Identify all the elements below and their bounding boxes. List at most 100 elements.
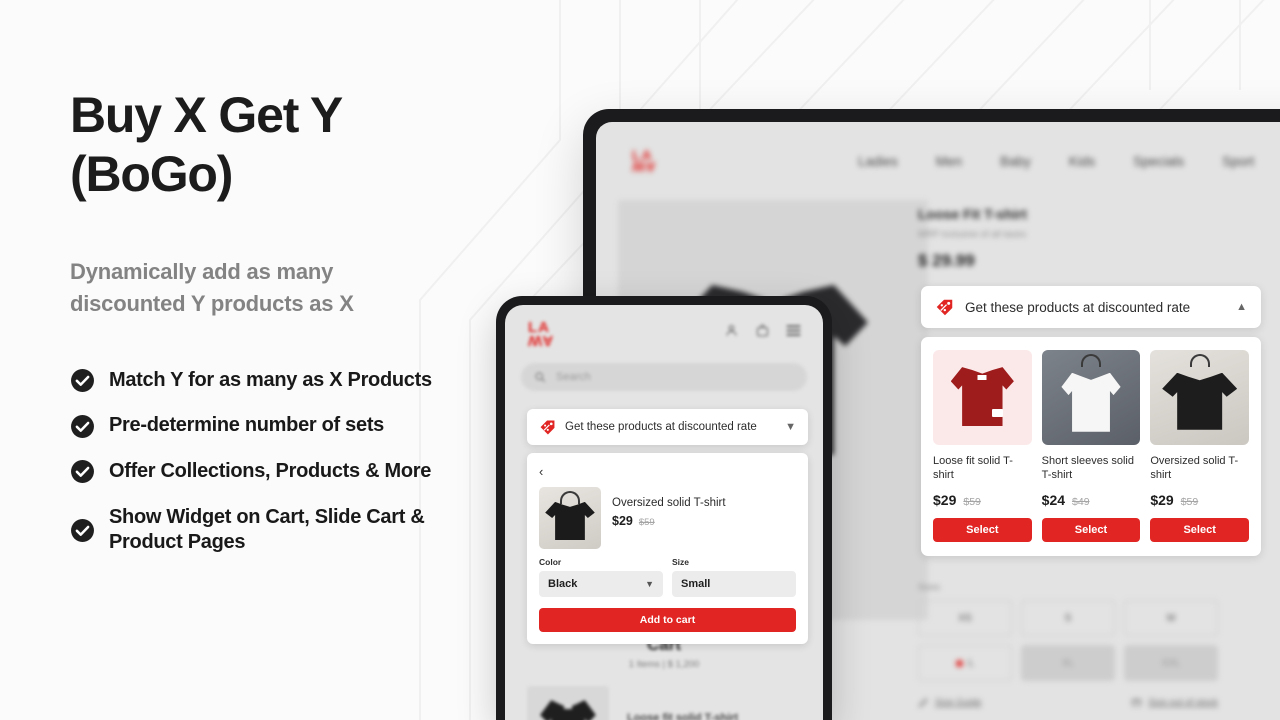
product-thumbnail[interactable] [539, 487, 601, 549]
tablet-product-info: Loose Fit T-shirt MRP inclusive of all t… [918, 206, 1218, 271]
size-select[interactable]: Small [672, 571, 796, 597]
store-logo[interactable]: LA WA [528, 320, 554, 349]
add-to-cart-button[interactable]: Add to cart [539, 608, 796, 632]
feature-list: Match Y for as many as X Products Pre-de… [70, 368, 500, 556]
feature-item: Offer Collections, Products & More [70, 459, 500, 485]
feature-label: Offer Collections, Products & More [109, 459, 432, 482]
hamburger-menu-icon[interactable] [786, 324, 801, 337]
out-of-stock-label: Size out of stock [1148, 697, 1218, 708]
product-pricing: $29 $59 [612, 514, 726, 528]
product-pricing: $29 $59 [933, 492, 1032, 508]
discount-tag-icon [540, 420, 555, 434]
nav-item-specials[interactable]: Specials [1133, 154, 1184, 169]
check-circle-icon [71, 460, 94, 484]
phone-device-mockup: LA WA Search Cart 1 Items | $ 1,200 Loos… [496, 296, 832, 720]
size-label: Size [672, 557, 690, 567]
size-label: M [1166, 612, 1176, 624]
size-label: S [1064, 612, 1072, 624]
size-label: XL [1061, 657, 1075, 669]
size-option-xxl[interactable]: XXL [1124, 645, 1218, 681]
select-button[interactable]: Select [1041, 517, 1141, 542]
product-thumbnail[interactable] [1041, 350, 1141, 445]
size-guide-label: Size Guide [935, 697, 982, 708]
bogo-widget-title: Get these products at discounted rate [565, 421, 757, 433]
chevron-up-icon[interactable]: ▲ [1236, 301, 1247, 313]
search-input[interactable]: Search [521, 363, 807, 391]
select-button[interactable]: Select [1150, 517, 1250, 542]
account-icon[interactable] [724, 323, 739, 338]
nav-item-kids[interactable]: Kids [1069, 154, 1095, 169]
feature-item: Show Widget on Cart, Slide Cart & Produc… [70, 505, 500, 556]
size-links: Size Guide Size out of stock [918, 697, 1218, 708]
bogo-widget-header[interactable]: Get these products at discounted rate ▼ [527, 409, 808, 445]
size-option-xl[interactable]: XL [1021, 645, 1115, 681]
product-title: Loose Fit T-shirt [918, 206, 1027, 222]
color-option-group: Color Black ▼ [539, 557, 663, 597]
check-circle-icon [71, 369, 94, 393]
size-out-of-stock-link[interactable]: Size out of stock [1131, 697, 1218, 708]
bogo-widget-header[interactable]: Get these products at discounted rate ▲ [921, 286, 1261, 328]
bogo-widget-products: Loose fit solid T-shirt $29 $59 Select S… [921, 337, 1261, 556]
product-name: Oversized solid T-shirt [1150, 455, 1239, 482]
cart-line-item: Loose fit solid T-shirt [505, 686, 823, 720]
phone-cart-section: Cart 1 Items | $ 1,200 Loose fit solid T… [505, 635, 823, 720]
select-button[interactable]: Select [933, 517, 1032, 542]
nav-item-sport[interactable]: Sport [1222, 154, 1254, 169]
product-old-price: $49 [1072, 495, 1090, 508]
selected-dot-icon [956, 659, 964, 667]
page-title: Buy X Get Y (BoGo) [70, 87, 342, 202]
product-pricing: $29 $59 [1150, 492, 1249, 508]
product-thumbnail[interactable] [933, 350, 1032, 445]
feature-label: Pre-determine number of sets [109, 414, 385, 437]
size-value: Small [681, 578, 711, 590]
product-meta: Oversized solid T-shirt $29 $59 [612, 487, 726, 549]
store-logo[interactable]: LA WA [632, 148, 657, 175]
product-pricing: $24 $49 [1042, 492, 1141, 508]
feature-label: Match Y for as many as X Products [109, 368, 432, 391]
nav-item-baby[interactable]: Baby [1000, 154, 1031, 169]
cart-item-thumbnail [527, 686, 609, 720]
product-card: Short sleeves solid T-shirt $24 $49 Sele… [1041, 350, 1141, 542]
selected-product-row: Oversized solid T-shirt $29 $59 [539, 487, 796, 549]
product-thumbnail[interactable] [1150, 350, 1250, 445]
hanger-icon [560, 491, 580, 504]
size-option-xs[interactable]: XS [918, 600, 1012, 636]
cart-summary: 1 Items | $ 1,200 [628, 659, 700, 670]
color-label: Color [539, 557, 562, 567]
size-label: L [968, 657, 974, 669]
tablet-navbar: LA WA Ladies Men Baby Kids Specials Spor… [596, 144, 1280, 190]
marketing-panel: Buy X Get Y (BoGo) Dynamically add as ma… [70, 86, 500, 576]
chevron-down-icon: ▼ [645, 579, 654, 589]
bogo-widget-tablet: Get these products at discounted rate ▲ … [921, 286, 1261, 556]
check-circle-icon [71, 518, 94, 542]
search-icon [535, 372, 546, 383]
feature-label: Show Widget on Cart, Slide Cart & Produc… [109, 505, 425, 554]
check-circle-icon [71, 414, 94, 438]
product-variant-options: Color Black ▼ Size Small [539, 557, 796, 597]
phone-navbar: LA WA [505, 319, 823, 355]
nav-item-ladies[interactable]: Ladies [858, 154, 898, 169]
size-option-l[interactable]: L [918, 645, 1012, 681]
product-price: $29 [1150, 491, 1174, 508]
tablet-nav-links: Ladies Men Baby Kids Specials Sport Su [858, 154, 1280, 169]
phone-screen: LA WA Search Cart 1 Items | $ 1,200 Loos… [505, 305, 823, 720]
product-card: Oversized solid T-shirt $29 $59 Select [1150, 350, 1250, 542]
color-value: Black [548, 578, 578, 590]
shopping-bag-icon[interactable] [755, 323, 770, 338]
product-price: $24 [1041, 491, 1066, 508]
bogo-widget-phone: Get these products at discounted rate ▼ … [527, 409, 808, 644]
size-option-group: Size Small [672, 557, 796, 597]
color-select[interactable]: Black ▼ [539, 571, 663, 597]
product-card: Loose fit solid T-shirt $29 $59 Select [933, 350, 1032, 542]
feature-item: Pre-determine number of sets [70, 413, 500, 439]
hanger-icon [1081, 354, 1101, 367]
search-placeholder: Search [556, 371, 591, 383]
product-old-price: $59 [638, 517, 655, 528]
back-arrow-icon[interactable]: ‹ [539, 464, 796, 479]
pencil-icon [918, 698, 928, 708]
size-option-s[interactable]: S [1021, 600, 1115, 636]
size-option-m[interactable]: M [1124, 600, 1218, 636]
chevron-down-icon[interactable]: ▼ [785, 421, 796, 433]
size-guide-link[interactable]: Size Guide [918, 697, 981, 708]
nav-item-men[interactable]: Men [936, 154, 962, 169]
